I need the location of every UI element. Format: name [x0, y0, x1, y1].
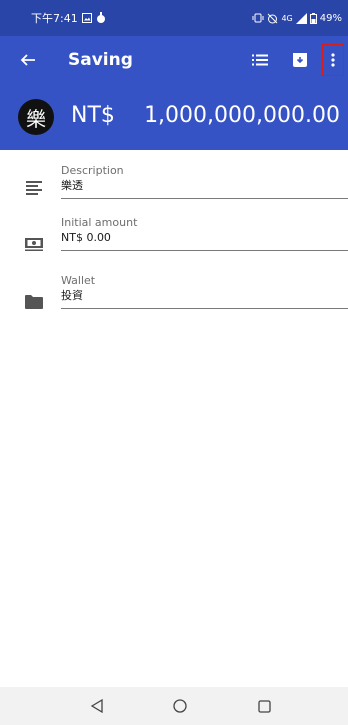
initial-amount-row: Initial amount NT$ 0.00 [0, 202, 348, 260]
system-nav-bar [0, 687, 348, 725]
description-label: Description [61, 164, 124, 177]
status-bar: 下午7:41 4G 49% [0, 0, 348, 36]
wallet-label: Wallet [61, 274, 96, 287]
phone-screen: 下午7:41 4G 49% Saving 樂 NT$ 1,000,000,000… [0, 0, 348, 725]
image-notification-icon [81, 13, 92, 23]
currency-label[interactable]: NT$ [71, 101, 115, 131]
status-right: 4G 49% [252, 12, 342, 24]
notes-icon [24, 178, 44, 198]
home-circle-icon[interactable] [171, 697, 189, 715]
more-vert-icon[interactable] [322, 44, 344, 76]
signal-icon [295, 12, 307, 24]
vibrate-icon [252, 13, 264, 23]
description-field[interactable]: Description 樂透 [61, 164, 348, 199]
status-left: 下午7:41 [31, 10, 106, 26]
wallet-value[interactable]: 投資 [61, 288, 348, 308]
alarm-off-icon [267, 13, 278, 24]
money-icon [24, 234, 44, 254]
wallet-field[interactable]: Wallet 投資 [61, 274, 348, 309]
wallet-row: Wallet 投資 [0, 260, 348, 318]
folder-icon [24, 292, 44, 312]
initial-amount-value[interactable]: NT$ 0.00 [61, 230, 348, 250]
description-value[interactable]: 樂透 [61, 178, 348, 198]
page-title: Saving [68, 50, 133, 70]
app-notification-icon [96, 12, 106, 24]
battery-percent: 49% [319, 12, 342, 24]
description-row: Description 樂透 [0, 150, 348, 208]
status-time: 下午7:41 [31, 12, 78, 25]
list-icon[interactable] [248, 48, 272, 72]
initial-amount-field[interactable]: Initial amount NT$ 0.00 [61, 216, 348, 251]
network-type: 4G [281, 13, 293, 23]
archive-icon[interactable] [288, 48, 312, 72]
avatar-char: 樂 [26, 106, 46, 131]
back-triangle-icon[interactable] [88, 697, 106, 715]
app-bar: Saving [0, 36, 348, 84]
back-arrow-icon[interactable] [16, 48, 40, 72]
avatar[interactable]: 樂 [18, 99, 54, 135]
initial-amount-label: Initial amount [61, 216, 138, 229]
wallet-header: 樂 NT$ 1,000,000,000.00 [0, 84, 348, 150]
balance-value[interactable]: 1,000,000,000.00 [144, 101, 340, 131]
recents-square-icon[interactable] [255, 697, 273, 715]
battery-icon [309, 12, 317, 24]
